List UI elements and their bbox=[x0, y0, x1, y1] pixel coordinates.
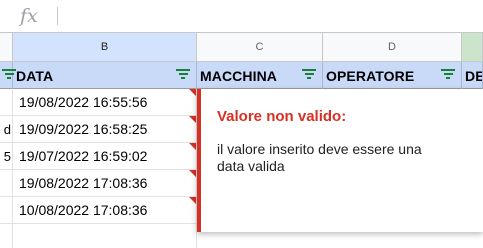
column-header-e[interactable] bbox=[462, 33, 483, 62]
field-label-operatore: OPERATORE bbox=[326, 67, 415, 84]
filter-icon[interactable] bbox=[302, 69, 316, 81]
field-label-macchina: MACCHINA bbox=[200, 67, 278, 84]
column-header-b[interactable]: B bbox=[13, 33, 197, 62]
error-flag-icon bbox=[189, 197, 196, 204]
cell-data-value: 19/09/2022 16:58:25 bbox=[19, 121, 148, 137]
cell-a[interactable] bbox=[0, 170, 13, 196]
column-header-c[interactable]: C bbox=[197, 33, 323, 62]
filter-icon[interactable] bbox=[176, 69, 190, 81]
popup-title: Valore non valido: bbox=[217, 108, 347, 125]
column-header-d[interactable]: D bbox=[323, 33, 462, 62]
fx-icon: fx bbox=[20, 5, 38, 27]
cell-data-value: 19/08/2022 16:55:56 bbox=[19, 94, 148, 110]
formula-bar: fx bbox=[0, 0, 483, 33]
error-flag-icon bbox=[189, 89, 196, 96]
cell-data[interactable]: 19/08/2022 16:55:56 bbox=[13, 89, 197, 115]
cell-a[interactable]: 5 bbox=[0, 143, 13, 169]
field-header-data[interactable]: DATA bbox=[13, 62, 197, 89]
filter-icon[interactable] bbox=[441, 69, 455, 81]
cell-data[interactable]: 19/07/2022 16:59:02 bbox=[13, 143, 197, 169]
field-header-macchina[interactable]: MACCHINA bbox=[197, 62, 323, 89]
field-header-operatore[interactable]: OPERATORE bbox=[323, 62, 462, 89]
cell-data-value: 10/08/2022 17:08:36 bbox=[19, 202, 148, 218]
cell-data[interactable]: 19/08/2022 17:08:36 bbox=[13, 170, 197, 196]
cell-data[interactable] bbox=[13, 224, 197, 248]
field-label-e: DE bbox=[465, 67, 483, 84]
field-label-data: DATA bbox=[16, 67, 54, 84]
cell-data-value: 19/07/2022 16:59:02 bbox=[19, 148, 148, 164]
column-letter-d: D bbox=[388, 41, 396, 53]
field-header-e[interactable]: DE bbox=[462, 62, 483, 89]
cell-data[interactable]: 19/09/2022 16:58:25 bbox=[13, 116, 197, 142]
cell-a[interactable]: d bbox=[0, 116, 13, 142]
cell-a[interactable] bbox=[0, 224, 13, 248]
error-flag-icon bbox=[189, 116, 196, 123]
error-flag-icon bbox=[189, 170, 196, 177]
cell-a[interactable] bbox=[0, 89, 13, 115]
cell-data[interactable]: 10/08/2022 17:08:36 bbox=[13, 197, 197, 223]
field-header-a[interactable] bbox=[0, 62, 16, 89]
column-letter-b: B bbox=[100, 41, 109, 53]
column-letter-c: C bbox=[255, 41, 264, 53]
error-flag-icon bbox=[189, 143, 196, 150]
field-header-row: DATA MACCHINA OPERATORE DE bbox=[0, 62, 483, 89]
validation-error-popup: Valore non valido: il valore inserito de… bbox=[197, 89, 483, 232]
formula-input-cursor[interactable] bbox=[57, 7, 58, 25]
column-header-a[interactable] bbox=[0, 33, 13, 62]
cell-data-value: 19/08/2022 17:08:36 bbox=[19, 175, 148, 191]
cell-a[interactable] bbox=[0, 197, 13, 223]
popup-message: il valore inserito deve essere una data … bbox=[217, 141, 422, 174]
